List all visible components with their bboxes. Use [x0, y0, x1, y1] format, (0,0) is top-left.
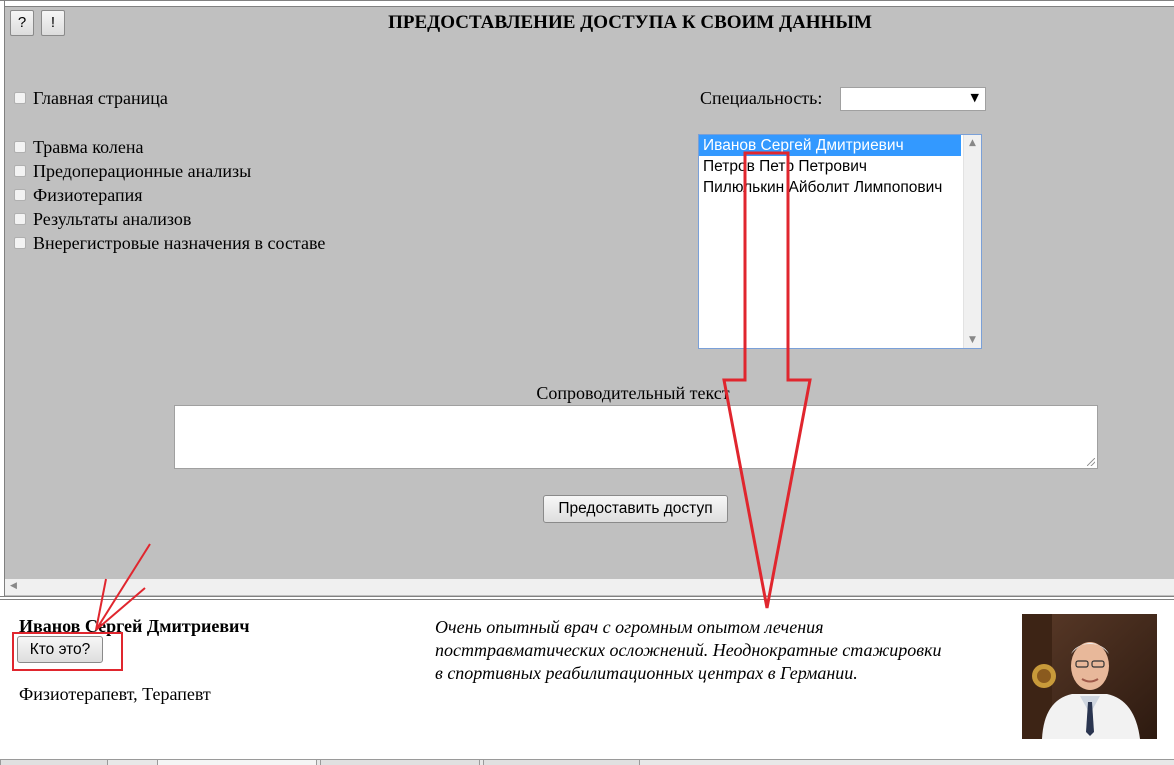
section-item-row[interactable]: Результаты анализов — [14, 208, 191, 230]
main-page-checkbox[interactable] — [14, 92, 26, 104]
section-label: Внерегистровые назначения в составе — [33, 232, 326, 253]
section-checkbox[interactable] — [14, 237, 26, 249]
scroll-left-icon[interactable]: ◀ — [10, 581, 17, 591]
resize-grip-icon[interactable] — [1087, 458, 1095, 466]
doctor-specialties: Физиотерапевт, Терапевт — [19, 684, 211, 704]
section-item-row[interactable]: Физиотерапия — [14, 184, 143, 206]
tab[interactable] — [320, 759, 480, 765]
scroll-down-icon[interactable]: ▼ — [964, 335, 981, 345]
specialty-select[interactable]: ▼ — [840, 87, 986, 111]
doctor-photo — [1022, 614, 1157, 739]
grant-access-button[interactable]: Предоставить доступ — [543, 495, 728, 523]
annotation-highlight-box — [12, 632, 123, 671]
doctor-option[interactable]: Иванов Сергей Дмитриевич — [699, 135, 961, 156]
section-label: Травма колена — [33, 136, 144, 157]
cover-text-input[interactable] — [174, 405, 1098, 469]
left-border — [0, 1, 5, 597]
doctor-description: Очень опытный врач с огромным опытом леч… — [435, 617, 942, 683]
section-checkbox[interactable] — [14, 165, 26, 177]
tab[interactable] — [0, 759, 108, 765]
section-item-row[interactable]: Предоперационные анализы — [14, 160, 251, 182]
section-main-row[interactable]: Главная страница — [14, 87, 168, 109]
section-label: Физиотерапия — [33, 184, 143, 205]
specialty-label: Специальность: — [700, 88, 823, 108]
section-checkbox[interactable] — [14, 141, 26, 153]
horizontal-scrollbar[interactable]: ◀ — [5, 579, 1174, 595]
listbox-scrollbar[interactable]: ▲ ▼ — [963, 135, 981, 348]
top-border — [0, 1, 1174, 7]
dropdown-arrow-icon[interactable]: ▼ — [971, 91, 979, 104]
doctor-option[interactable]: Петров Петр Петрович — [699, 156, 961, 177]
section-label: Предоперационные анализы — [33, 160, 252, 181]
page-title: ПРЕДОСТАВЛЕНИЕ ДОСТУПА К СВОИМ ДАННЫМ — [388, 12, 872, 33]
tab[interactable] — [483, 759, 640, 765]
scroll-up-icon[interactable]: ▲ — [964, 138, 981, 148]
section-label: Результаты анализов — [33, 208, 192, 229]
section-item-row[interactable]: Травма колена — [14, 136, 143, 158]
section-checkbox[interactable] — [14, 213, 26, 225]
doctors-listbox[interactable]: Иванов Сергей Дмитриевич Петров Петр Пет… — [698, 134, 982, 349]
section-item-row[interactable]: Внерегистровые назначения в составе — [14, 232, 325, 254]
frame-divider[interactable] — [0, 596, 1174, 600]
main-page-label: Главная страница — [33, 87, 168, 108]
cover-text-label: Сопроводительный текст — [536, 383, 730, 403]
doctor-option[interactable]: Пилюлькин Айболит Лимпопович — [699, 177, 961, 198]
tab[interactable] — [157, 759, 317, 765]
access-form-panel: ? ! ПРЕДОСТАВЛЕНИЕ ДОСТУПА К СВОИМ ДАННЫ… — [0, 0, 1174, 597]
section-checkbox[interactable] — [14, 189, 26, 201]
